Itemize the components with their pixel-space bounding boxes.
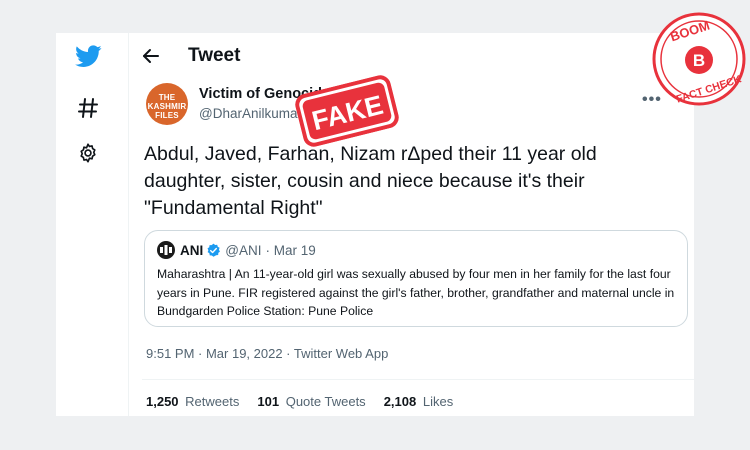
quoted-tweet-header: ANI @ANI · Mar 19 (157, 241, 316, 259)
verified-icon (207, 243, 221, 257)
likes-count: 2,108 (383, 394, 417, 409)
boom-fact-check-badge: BOOM B FACT CHECK (652, 12, 746, 106)
tweet-timestamp[interactable]: 9:51 PM · Mar 19, 2022 · Twitter Web App (146, 346, 388, 361)
nav-rail (56, 33, 129, 416)
twitter-logo-icon[interactable] (74, 42, 102, 70)
tweet-text: Abdul, Javed, Farhan, Nizam rΔped their … (144, 143, 597, 219)
quote-tweets-count: 101 (257, 394, 280, 409)
likes-label: Likes (422, 394, 454, 409)
quoted-date: · Mar 19 (265, 242, 316, 258)
quoted-name: ANI (180, 242, 204, 258)
quote-tweets-label: Quote Tweets (285, 394, 366, 409)
tweet-header: Tweet (140, 41, 240, 71)
likes-stat[interactable]: 2,108 Likes (384, 394, 454, 409)
back-arrow-icon[interactable] (140, 45, 162, 67)
badge-letter: B (693, 51, 705, 70)
page-title: Tweet (188, 45, 241, 66)
retweets-count: 1,250 (146, 394, 179, 409)
quoted-tweet[interactable]: ANI @ANI · Mar 19 Maharashtra | An 11-ye… (144, 230, 688, 327)
avatar-text: THE KASHMIR FILES (147, 93, 187, 120)
quoted-avatar (157, 241, 175, 259)
quoted-handle: @ANI (225, 242, 262, 258)
quoted-text: Maharashtra | An 11-year-old girl was se… (157, 267, 675, 318)
retweets-label: Retweets (185, 394, 240, 409)
divider (142, 379, 694, 380)
retweets-stat[interactable]: 1,250 Retweets (146, 394, 239, 409)
avatar[interactable]: THE KASHMIR FILES (146, 83, 188, 125)
hashtag-icon[interactable] (74, 94, 102, 122)
quote-tweets-stat[interactable]: 101 Quote Tweets (257, 394, 365, 409)
gear-icon[interactable] (74, 139, 102, 167)
tweet-stats: 1,250 Retweets 101 Quote Tweets 2,108 Li… (146, 394, 471, 409)
